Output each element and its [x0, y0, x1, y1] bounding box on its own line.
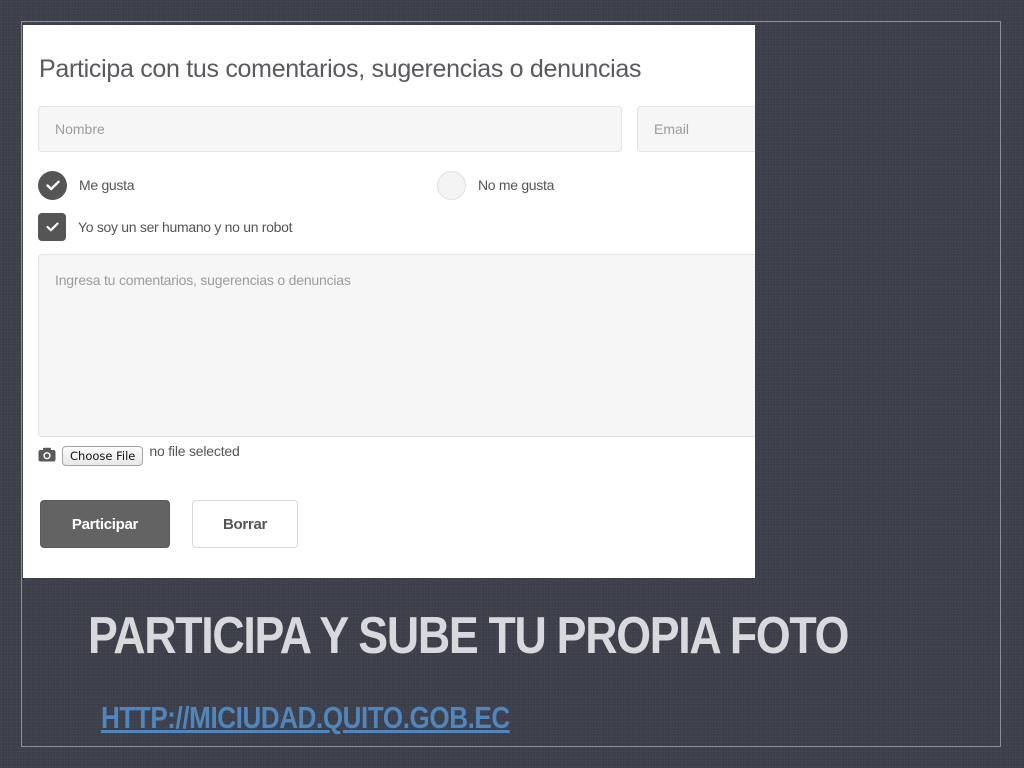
form-panel: Participa con tus comentarios, sugerenci…: [23, 25, 755, 578]
comment-textarea[interactable]: Ingresa tu comentarios, sugerencias o de…: [38, 254, 755, 437]
like-option[interactable]: Me gusta: [38, 170, 134, 200]
camera-icon: [38, 447, 56, 461]
dislike-radio[interactable]: [437, 170, 466, 200]
check-icon: [45, 222, 59, 232]
choose-file-button[interactable]: Choose File: [62, 446, 144, 466]
dislike-option[interactable]: No me gusta: [437, 170, 554, 200]
form-title: Participa con tus comentarios, sugerenci…: [39, 55, 642, 83]
check-icon: [45, 180, 60, 190]
dislike-label: No me gusta: [478, 177, 555, 193]
name-field[interactable]: Nombre: [38, 106, 622, 152]
clear-button[interactable]: Borrar: [192, 500, 298, 548]
like-radio[interactable]: [38, 170, 67, 200]
website-link[interactable]: HTTP://MICIUDAD.QUITO.GOB.EC: [101, 700, 510, 736]
like-label: Me gusta: [79, 177, 135, 193]
captcha-label: Yo soy un ser humano y no un robot: [78, 219, 293, 235]
submit-button[interactable]: Participar: [40, 500, 170, 548]
file-upload: Choose File no file selected: [38, 442, 240, 466]
file-status: no file selected: [149, 443, 240, 459]
slide-title: PARTICIPA Y SUBE TU PROPIA FOTO: [88, 607, 849, 665]
captcha-option[interactable]: Yo soy un ser humano y no un robot: [38, 213, 293, 241]
captcha-checkbox[interactable]: [38, 213, 66, 241]
email-field[interactable]: Email: [637, 106, 755, 152]
